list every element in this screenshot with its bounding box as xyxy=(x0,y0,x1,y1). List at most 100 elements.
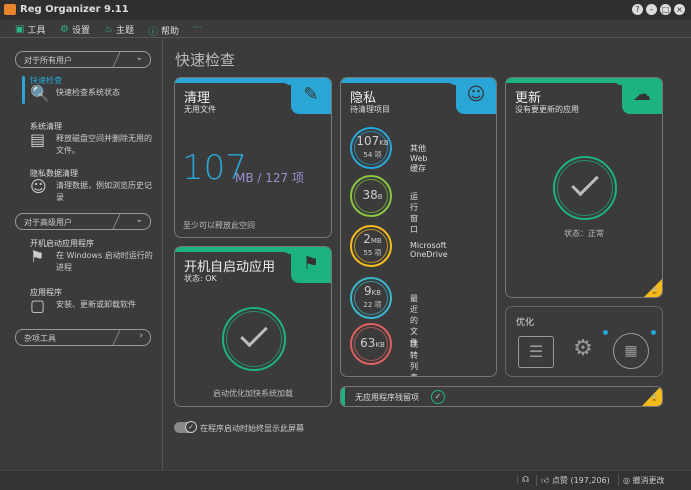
value-unit: KB xyxy=(371,289,382,297)
menu-help[interactable]: ⓘ 帮助 xyxy=(148,23,179,38)
card-subtitle: 状态: OK xyxy=(184,274,217,283)
title-bar: Reg Organizer 9.11 ? – □ × xyxy=(0,0,691,20)
value-number: 2 xyxy=(363,232,371,246)
magnifier-check-icon: 🔍 xyxy=(30,84,50,103)
sidebar-item-startup[interactable]: 开机启动应用程序 ⚑ 在 Windows 启动时运行的进程 xyxy=(30,238,153,272)
menu-more[interactable]: ··· xyxy=(193,23,202,33)
update-card[interactable]: ☁ 更新 没有要更新的应用 状态：正常 🔒 xyxy=(505,77,663,298)
minimize-button[interactable]: – xyxy=(646,4,657,15)
group-label: 对于高级用户 xyxy=(24,218,72,227)
update-status: 状态：正常 xyxy=(564,229,604,238)
privacy-item[interactable]: 107KB 54 项 其他 Web 缓存 xyxy=(350,127,427,173)
privacy-item[interactable]: 9KB 22 项最近的文件 xyxy=(350,277,418,347)
group-label: 对于所有用户 xyxy=(24,56,72,65)
toolbox-icon: ▣ xyxy=(15,24,25,35)
support-headset-icon[interactable]: ☊ xyxy=(517,475,529,484)
leftovers-label: 无应用程序残留项 xyxy=(355,393,419,402)
show-on-start-toggle[interactable]: ✓ xyxy=(174,421,197,433)
menu-label: 主题 xyxy=(115,26,134,36)
privacy-value: 107KB xyxy=(350,134,395,148)
privacy-count: 55 项 xyxy=(363,249,382,257)
settings-sliders-icon[interactable]: ☰ xyxy=(518,336,554,368)
toggle-label: 在程序启动时始终显示此屏幕 xyxy=(200,424,304,433)
item-desc: 清理数据，例如浏览历史记录 xyxy=(56,181,152,202)
startup-note: 启动优化加快系统加载 xyxy=(213,389,293,398)
privacy-count: 22 项 xyxy=(363,301,382,309)
menu-theme[interactable]: ♨ 主题 xyxy=(104,23,134,36)
bulb-icon: ♨ xyxy=(104,24,113,35)
thumbs-up-icon: 👍︎ xyxy=(541,476,552,485)
privacy-count: 54 项 xyxy=(363,151,382,159)
sidebar-item-apps[interactable]: 应用程序 ▢ 安装、更新或卸载软件 xyxy=(30,287,136,314)
undo-changes-button[interactable]: ◎ 撤消更改 xyxy=(618,475,665,486)
broom-icon: ▤ xyxy=(30,130,46,149)
undo-label: 撤消更改 xyxy=(632,476,665,485)
menu-label: 帮助 xyxy=(161,27,180,37)
monitor-gear-icon[interactable]: ⚙ xyxy=(564,336,602,368)
app-logo-icon xyxy=(4,4,16,15)
value-number: 63 xyxy=(360,336,376,350)
flag-gear-icon: ⚑ xyxy=(30,247,45,266)
check-icon: ✓ xyxy=(431,390,445,404)
status-ring xyxy=(553,156,617,220)
sidebar-item-quick-check[interactable]: 快速检查 🔍 快速检查系统状态 xyxy=(30,75,120,102)
notification-dot xyxy=(603,330,608,335)
optimize-card: 优化 ☰ ⚙ ▦ xyxy=(505,306,663,377)
more-icon: ··· xyxy=(193,23,202,33)
item-desc: 释放磁盘空间并删除无用的文件。 xyxy=(56,134,152,155)
chevron-right-icon: › xyxy=(139,331,143,341)
value-number: 38 xyxy=(362,188,378,202)
chevron-down-icon: ⌄ xyxy=(135,215,143,225)
item-desc: 安装、更新或卸载软件 xyxy=(56,300,136,309)
startup-card[interactable]: ⚑ 开机自启动应用 状态: OK 启动优化加快系统加载 xyxy=(174,246,332,407)
privacy-item[interactable]: 63KB 跳转列表 xyxy=(350,323,418,376)
card-title: 优化 xyxy=(516,318,535,328)
status-ring xyxy=(222,307,286,371)
close-button[interactable]: × xyxy=(674,4,685,15)
like-button[interactable]: 👍︎ 点赞 (197,206) xyxy=(536,475,610,486)
lock-icon: 🔒 xyxy=(650,287,659,295)
clean-card[interactable]: ✎ 清理 无用文件 107 MB / 127 项 至少可以释放此空间 xyxy=(174,77,332,238)
flag-gear-icon: ⚑ xyxy=(291,247,331,283)
clean-icon: ✎ xyxy=(291,78,331,114)
privacy-value: 9KB xyxy=(350,284,395,298)
box-trash-icon: ▢ xyxy=(30,296,46,315)
chevron-down-icon: ⌄ xyxy=(135,53,143,63)
value-number: 107 xyxy=(356,134,380,148)
privacy-value: 63KB xyxy=(350,336,395,350)
page-title: 快速检查 xyxy=(175,51,236,69)
card-subtitle: 没有要更新的应用 xyxy=(515,105,579,114)
group-advanced-users[interactable]: 对于高级用户 ⌄ xyxy=(15,213,151,230)
group-all-users[interactable]: 对于所有用户 ⌄ xyxy=(15,51,151,68)
sidebar-item-system-clean[interactable]: 系统清理 ▤ 释放磁盘空间并删除无用的文件。 xyxy=(30,121,152,155)
privacy-icon: ☺ xyxy=(30,177,47,196)
menu-tools[interactable]: ▣ 工具 xyxy=(15,23,45,36)
app-title: Reg Organizer 9.11 xyxy=(20,4,129,15)
group-misc-tools[interactable]: 杂项工具 › xyxy=(15,329,151,346)
privacy-item[interactable]: 2MB 55 项 Microsoft OneDrive xyxy=(350,225,448,267)
cloud-download-icon: ☁ xyxy=(622,78,662,114)
menu-settings[interactable]: ⚙ 设置 xyxy=(60,23,90,36)
notification-dot xyxy=(651,330,656,335)
sidebar-item-privacy[interactable]: 隐私数据清理 ☺ 清理数据，例如浏览历史记录 xyxy=(30,168,152,202)
menu-label: 设置 xyxy=(71,26,90,36)
maximize-button[interactable]: □ xyxy=(660,4,671,15)
value-unit: MB xyxy=(370,237,382,245)
value-unit: B xyxy=(377,193,383,201)
privacy-label: 运行窗口 xyxy=(410,192,418,234)
active-indicator xyxy=(22,76,25,104)
item-desc: 快速检查系统状态 xyxy=(56,88,120,97)
group-label: 杂项工具 xyxy=(24,334,56,343)
clean-unit: MB / 127 项 xyxy=(235,171,304,185)
privacy-item[interactable]: 38B 运行窗口 xyxy=(350,175,418,234)
lock-icon: 🔒 xyxy=(650,394,659,402)
value-unit: KB xyxy=(379,139,389,147)
help-window-button[interactable]: ? xyxy=(632,4,643,15)
value-number: 9 xyxy=(363,284,372,298)
leftovers-bar[interactable]: 无应用程序残留项 ✓ 🔒 xyxy=(340,386,663,407)
privacy-label: Microsoft OneDrive xyxy=(410,241,448,259)
value-unit: KB xyxy=(375,341,385,349)
apps-grid-icon[interactable]: ▦ xyxy=(613,333,649,369)
card-subtitle: 无用文件 xyxy=(184,105,216,114)
privacy-card[interactable]: ☺ 隐私 待清理项目 107KB 54 项其他 Web 缓存 38B 运行窗口 2MB 5… xyxy=(340,77,497,377)
